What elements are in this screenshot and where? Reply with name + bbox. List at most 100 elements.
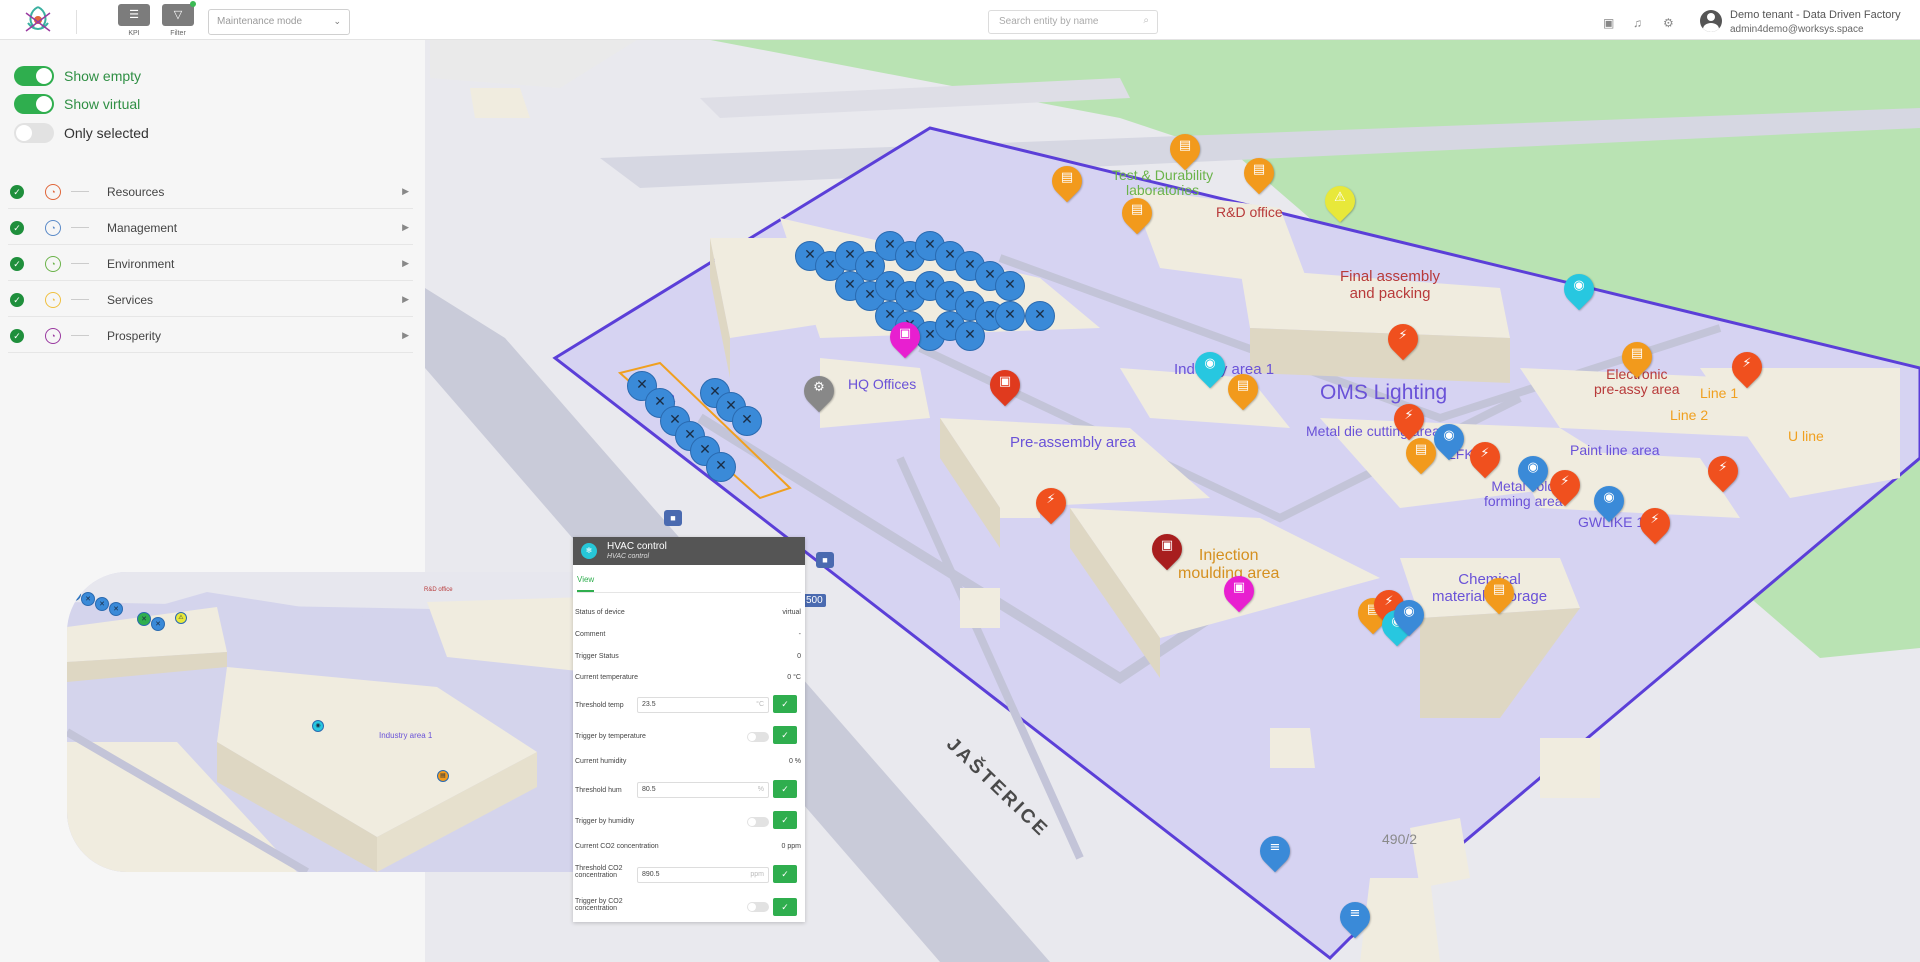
avatar[interactable] <box>1700 10 1722 32</box>
map-pin[interactable]: ▣ <box>883 315 927 364</box>
cluster-dot[interactable]: ✕ <box>995 301 1025 331</box>
user-name: Demo tenant - Data Driven Factory <box>1730 9 1901 21</box>
inset-cluster-dot[interactable]: ✕ <box>67 587 81 601</box>
threshold-hum-input[interactable]: 80.5 % <box>637 782 769 798</box>
check-icon[interactable]: ✓ <box>10 256 24 271</box>
cluster-dot[interactable]: ✕ <box>706 452 736 482</box>
map-pin[interactable]: ≡ <box>1253 829 1297 878</box>
trigger-hum-save-button[interactable]: ✓ <box>773 811 797 829</box>
lightning-icon: ⚡ <box>1398 328 1408 343</box>
translate-icon[interactable]: ▣ <box>1603 16 1614 30</box>
sidebar-item-environment[interactable]: ✓ ◔ Environment ▶ <box>8 247 413 281</box>
device-icon: ▣ <box>898 326 912 341</box>
map-pin[interactable]: ▤ <box>1045 159 1089 208</box>
map-pin[interactable]: ⚡ <box>1633 501 1677 550</box>
check-icon[interactable]: ✓ <box>10 292 24 307</box>
chevron-right-icon[interactable]: ▶ <box>402 222 409 233</box>
hvac-header: ❄ HVAC control HVAC control <box>573 537 805 565</box>
tab-view[interactable]: View <box>577 575 595 592</box>
sidebar-item-services[interactable]: ✓ ◔ Services ▶ <box>8 283 413 317</box>
sidebar-item-management[interactable]: ✓ ◔ Management ▶ <box>8 211 413 245</box>
map-pin[interactable]: ▤ <box>1237 151 1281 200</box>
current-hum-row: Current humidity 0 % <box>575 758 801 765</box>
chevron-right-icon[interactable]: ▶ <box>402 294 409 305</box>
map-pin[interactable]: ⚠ <box>1318 179 1362 228</box>
check-icon[interactable]: ✓ <box>10 184 24 199</box>
bus-stop-icon[interactable]: ■ <box>664 510 682 526</box>
kpi-button[interactable]: ☰ <box>118 4 150 26</box>
map-pin[interactable]: ⚡ <box>1543 463 1587 512</box>
maintenance-mode-select[interactable]: Maintenance mode ⌄ <box>208 9 350 35</box>
map-pin[interactable]: ▣ <box>983 363 1027 412</box>
map-pin[interactable]: ◉ <box>1387 593 1431 642</box>
chevron-right-icon[interactable]: ▶ <box>402 186 409 197</box>
threshold-hum-save-button[interactable]: ✓ <box>773 780 797 798</box>
inset-map[interactable]: R&D office Industry area 1 ✕ ✕ ✕ ✕ ✕ ✕ ⚠… <box>67 572 587 872</box>
building-icon: ▤ <box>1178 138 1192 153</box>
building-icon: ▤ <box>1492 582 1506 597</box>
map-pin[interactable]: ▤ <box>1221 367 1265 416</box>
resources-icon: ◔ <box>45 183 61 200</box>
threshold-co2-value: 890.5 <box>642 871 660 878</box>
map-pin[interactable]: ◉ <box>1587 479 1631 528</box>
threshold-co2-save-button[interactable]: ✓ <box>773 865 797 883</box>
map-pin[interactable]: ▤ <box>1399 431 1443 480</box>
toggle-show-empty[interactable]: Show empty <box>14 65 141 87</box>
inset-building-dot[interactable]: ▤ <box>437 770 449 782</box>
show-virtual-switch[interactable] <box>14 94 54 114</box>
show-empty-switch[interactable] <box>14 66 54 86</box>
settings-icon[interactable]: ⚙ <box>1663 16 1674 30</box>
cluster-dot[interactable]: ✕ <box>955 321 985 351</box>
cluster-dot[interactable]: ✕ <box>995 271 1025 301</box>
inset-cluster-dot[interactable]: ✕ <box>151 617 165 631</box>
map-pin[interactable]: ⚡ <box>1381 317 1425 366</box>
inset-cluster-dot[interactable]: ✕ <box>95 597 109 611</box>
map-pin[interactable]: ⚡ <box>1725 345 1769 394</box>
search-entity-input[interactable]: Search entity by name ⌕ <box>988 10 1158 34</box>
threshold-co2-input[interactable]: 890.5 ppm <box>637 867 769 883</box>
trigger-hum-toggle[interactable] <box>747 817 769 827</box>
cluster-dot[interactable]: ✕ <box>732 406 762 436</box>
label-final-assembly: Final assembly <box>1340 268 1441 285</box>
bus-stop-icon[interactable]: ■ <box>816 552 834 568</box>
map-pin[interactable]: ▤ <box>1615 335 1659 384</box>
threshold-temp-input[interactable]: 23.5 °C <box>637 697 769 713</box>
bell-icon[interactable]: ♫ <box>1633 16 1642 30</box>
inset-sensor-dot[interactable]: ◉ <box>312 720 324 732</box>
inset-warning-dot[interactable]: ⚠ <box>175 612 187 624</box>
map-pin[interactable]: ⚡ <box>1463 435 1507 484</box>
inset-cluster-dot[interactable]: ✕ <box>109 602 123 616</box>
check-icon[interactable]: ✓ <box>10 328 24 343</box>
check-icon[interactable]: ✓ <box>10 220 24 235</box>
trigger-co2-toggle[interactable] <box>747 902 769 912</box>
toggle-only-selected[interactable]: Only selected <box>14 122 149 144</box>
map-pin[interactable]: ≡ <box>1333 895 1377 944</box>
map-pin[interactable]: ⚡ <box>1701 449 1745 498</box>
trigger-co2-save-button[interactable]: ✓ <box>773 898 797 916</box>
inset-cluster-dot[interactable]: ✕ <box>81 592 95 606</box>
filter-button[interactable]: ▽ <box>162 4 194 26</box>
map-pin[interactable]: ▤ <box>1115 191 1159 240</box>
inset-cluster-dot[interactable]: ✕ <box>137 612 151 626</box>
map-pin[interactable]: ▣ <box>1145 527 1189 576</box>
sidebar-item-resources[interactable]: ✓ ◔ Resources ▶ <box>8 175 413 209</box>
map-pin[interactable]: ⚙ <box>797 369 841 418</box>
toggle-show-virtual[interactable]: Show virtual <box>14 93 140 115</box>
app-logo <box>25 6 51 32</box>
map-pin[interactable]: ◉ <box>1188 345 1232 394</box>
sidebar-item-prosperity[interactable]: ✓ ◔ Prosperity ▶ <box>8 319 413 353</box>
chevron-right-icon[interactable]: ▶ <box>402 330 409 341</box>
map-pin[interactable]: ▤ <box>1163 127 1207 176</box>
map-pin[interactable]: ⚡ <box>1029 481 1073 530</box>
map-pin[interactable]: ◉ <box>1511 449 1555 498</box>
map-pin[interactable]: ▣ <box>1217 569 1261 618</box>
only-selected-switch[interactable] <box>14 123 54 143</box>
map-pin[interactable]: ◉ <box>1557 267 1601 316</box>
trigger-temp-toggle[interactable] <box>747 732 769 742</box>
chevron-right-icon[interactable]: ▶ <box>402 258 409 269</box>
threshold-temp-save-button[interactable]: ✓ <box>773 695 797 713</box>
map-pin[interactable]: ▤ <box>1477 571 1521 620</box>
trigger-temp-save-button[interactable]: ✓ <box>773 726 797 744</box>
map-pin[interactable]: ◉ <box>1427 417 1471 466</box>
cluster-dot[interactable]: ✕ <box>1025 301 1055 331</box>
